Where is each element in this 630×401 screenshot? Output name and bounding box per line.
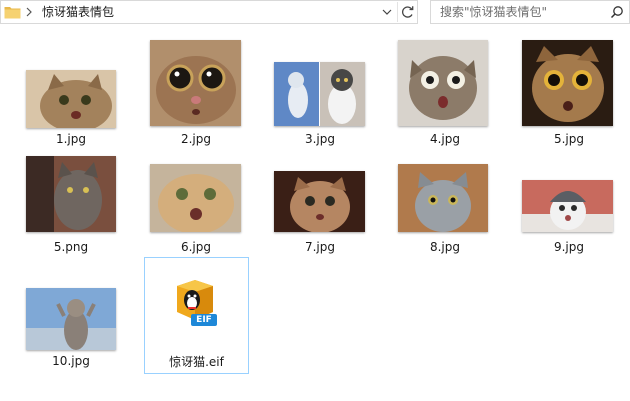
search-icon[interactable]: [610, 5, 624, 19]
file-name: 7.jpg: [304, 240, 336, 254]
chevron-right-icon[interactable]: [24, 5, 34, 19]
search-box[interactable]: 搜索"惊讶猫表情包": [430, 0, 630, 24]
file-item[interactable]: 5.png: [19, 154, 123, 269]
image-thumbnail: [274, 171, 365, 232]
image-thumbnail: [274, 62, 365, 126]
image-thumbnail: [522, 180, 613, 232]
file-item[interactable]: 10.jpg: [19, 257, 123, 372]
file-name: 5.jpg: [553, 132, 585, 146]
file-grid: 1.jpg 2.jpg 3.jpg 4.jpg 5.jpg 5.png 6.jp…: [0, 30, 630, 401]
refresh-icon[interactable]: [397, 2, 417, 22]
image-thumbnail: [26, 70, 116, 128]
image-thumbnail: [150, 164, 241, 232]
file-name: 6.jpg: [180, 240, 212, 254]
file-item[interactable]: 4.jpg: [393, 38, 497, 153]
search-input[interactable]: 搜索"惊讶猫表情包": [440, 4, 547, 20]
file-name: 9.jpg: [553, 240, 585, 254]
address-toolbar: 惊讶猫表情包 搜索"惊讶猫表情包": [0, 0, 630, 24]
image-thumbnail: [398, 164, 488, 232]
file-name: 2.jpg: [180, 132, 212, 146]
file-item[interactable]: 9.jpg: [517, 154, 621, 269]
address-bar[interactable]: 惊讶猫表情包: [0, 0, 418, 24]
eif-badge: EIF: [191, 314, 217, 326]
file-name: 惊讶猫.eif: [169, 355, 224, 369]
image-thumbnail: [26, 156, 116, 232]
file-name: 10.jpg: [52, 354, 90, 368]
image-thumbnail: [26, 288, 116, 350]
file-item[interactable]: 7.jpg: [268, 154, 372, 269]
image-thumbnail: [398, 40, 488, 126]
image-thumbnail: [522, 40, 613, 126]
file-name: 4.jpg: [429, 132, 461, 146]
file-item[interactable]: 5.jpg: [517, 38, 621, 153]
file-item[interactable]: 6.jpg: [144, 154, 248, 269]
file-item[interactable]: 8.jpg: [393, 154, 497, 269]
file-name: 8.jpg: [429, 240, 461, 254]
file-item[interactable]: 3.jpg: [268, 38, 372, 153]
file-name: 5.png: [53, 240, 89, 254]
image-thumbnail: [150, 40, 241, 126]
chevron-down-icon[interactable]: [378, 2, 396, 22]
file-item[interactable]: 1.jpg: [19, 38, 123, 153]
folder-icon: [4, 5, 21, 19]
breadcrumb-current-folder[interactable]: 惊讶猫表情包: [42, 4, 114, 20]
file-item-selected[interactable]: EIF 惊讶猫.eif: [144, 257, 249, 374]
file-name: 3.jpg: [304, 132, 336, 146]
file-name: 1.jpg: [55, 132, 87, 146]
file-item[interactable]: 2.jpg: [144, 38, 248, 153]
